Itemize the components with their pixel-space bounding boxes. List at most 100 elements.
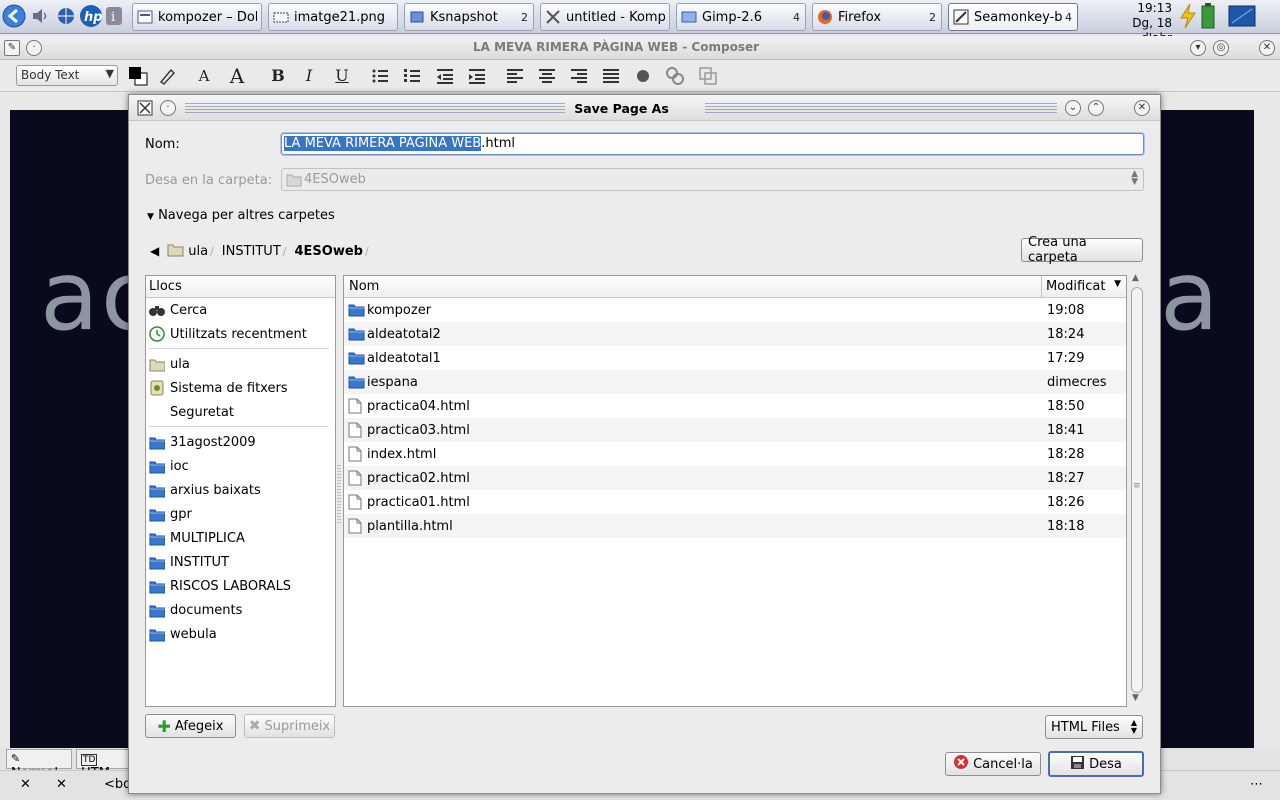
tab-html[interactable]: TD HTM bbox=[76, 749, 130, 781]
layer-icon[interactable] bbox=[697, 65, 719, 87]
place-bookmark[interactable]: arxius baixats bbox=[146, 478, 335, 502]
taskbar-task-gimp[interactable]: Gimp-2.6 4 bbox=[676, 3, 806, 31]
place-label: Sistema de fitxers bbox=[170, 380, 288, 396]
bullet-list-icon[interactable] bbox=[369, 65, 391, 87]
place-label: Utilitzats recentment bbox=[170, 326, 307, 342]
browse-folders-expander[interactable]: ▼ Navega per altres carpetes bbox=[147, 208, 335, 223]
hp-logo-icon[interactable]: hp bbox=[79, 3, 103, 29]
drive-icon bbox=[149, 380, 165, 396]
place-label: Cerca bbox=[170, 302, 208, 318]
file-type-filter[interactable]: HTML Files ▲ ▼ bbox=[1045, 715, 1143, 739]
smaller-font-icon[interactable]: A bbox=[193, 65, 215, 87]
align-center-icon[interactable] bbox=[536, 65, 558, 87]
outdent-icon[interactable] bbox=[434, 65, 456, 87]
place-security[interactable]: Seguretat bbox=[146, 400, 335, 424]
place-bookmark[interactable]: ioc bbox=[146, 454, 335, 478]
file-modified: 18:50 bbox=[1047, 399, 1085, 414]
file-row[interactable]: practica01.html 18:26 bbox=[344, 490, 1126, 514]
close-icon[interactable]: ✕ bbox=[1259, 40, 1275, 56]
maximize-icon[interactable]: ◎ bbox=[1213, 40, 1229, 56]
underline-icon[interactable]: U bbox=[331, 65, 353, 87]
place-bookmark[interactable]: 31agost2009 bbox=[146, 430, 335, 454]
align-left-icon[interactable] bbox=[504, 65, 526, 87]
file-name: practica01.html bbox=[367, 495, 470, 510]
tools-icon[interactable]: ✕ bbox=[20, 777, 31, 792]
file-list-scrollbar[interactable]: ▲ ≡ ▼ bbox=[1130, 273, 1144, 707]
path-crumb-institut[interactable]: INSTITUT bbox=[220, 242, 283, 261]
save-button[interactable]: Desa bbox=[1048, 751, 1144, 777]
taskbar-task-kompozer[interactable]: kompozer – Dol bbox=[132, 3, 262, 31]
place-bookmark[interactable]: INSTITUT bbox=[146, 550, 335, 574]
file-row[interactable]: kompozer 19:08 bbox=[344, 298, 1126, 322]
place-search[interactable]: Cerca bbox=[146, 298, 335, 322]
column-header-name[interactable]: Nom bbox=[349, 279, 379, 294]
scroll-up-icon[interactable]: ▲ bbox=[1132, 273, 1139, 283]
scroll-down-icon[interactable]: ▼ bbox=[1132, 693, 1139, 703]
bold-icon[interactable]: B bbox=[267, 65, 289, 87]
file-row[interactable]: iespana dimecres bbox=[344, 370, 1126, 394]
taskbar-task-label: Gimp-2.6 bbox=[702, 9, 762, 25]
path-crumb-current[interactable]: 4ESOweb bbox=[292, 242, 364, 261]
justify-icon[interactable] bbox=[600, 65, 622, 87]
info-icon[interactable]: i bbox=[102, 3, 126, 29]
place-bookmark[interactable]: webula bbox=[146, 622, 335, 646]
create-folder-button[interactable]: Crea una carpeta bbox=[1021, 235, 1143, 265]
filename-input[interactable]: LA MEVA RIMERA PÀGINA WEB.html bbox=[281, 133, 1144, 155]
back-arrow-icon[interactable] bbox=[2, 3, 26, 29]
taskbar-task-label: untitled - Komp bbox=[566, 9, 665, 25]
cancel-button[interactable]: Cancel·la bbox=[945, 752, 1041, 776]
anchor-icon[interactable] bbox=[632, 65, 654, 87]
indent-icon[interactable] bbox=[466, 65, 488, 87]
numbered-list-icon[interactable] bbox=[401, 65, 423, 87]
network-globe-icon[interactable] bbox=[54, 3, 78, 29]
file-row[interactable]: plantilla.html 18:18 bbox=[344, 514, 1126, 538]
file-row[interactable]: aldeatotal1 17:29 bbox=[344, 346, 1126, 370]
link-icon[interactable] bbox=[664, 65, 686, 87]
column-header-modified[interactable]: Modificat ▼ bbox=[1041, 276, 1126, 297]
taskbar-task-untitled[interactable]: untitled - Komp bbox=[540, 3, 670, 31]
place-bookmark[interactable]: MULTIPLICA bbox=[146, 526, 335, 550]
paragraph-style-select[interactable]: Body Text ▼ bbox=[16, 65, 118, 86]
wand-icon[interactable]: ✕ bbox=[56, 777, 67, 792]
align-right-icon[interactable] bbox=[568, 65, 590, 87]
save-folder-combo[interactable]: 4ESOweb ▲ ▼ bbox=[281, 168, 1144, 191]
tab-normal[interactable]: ✎ Normal bbox=[6, 749, 72, 781]
taskbar-task-ksnapshot[interactable]: Ksnapshot 2 bbox=[404, 3, 534, 31]
add-bookmark-button[interactable]: ✚ Afegeix bbox=[145, 714, 236, 738]
place-home[interactable]: ula bbox=[146, 352, 335, 376]
remove-bookmark-button[interactable]: ✖ Suprimeix bbox=[244, 714, 335, 738]
speaker-icon[interactable] bbox=[28, 3, 52, 29]
file-list-header: Nom Modificat ▼ bbox=[344, 276, 1126, 298]
file-modified: 18:24 bbox=[1047, 327, 1085, 342]
place-bookmark[interactable]: RISCOS LABORALS bbox=[146, 574, 335, 598]
file-row[interactable]: aldeatotal2 18:24 bbox=[344, 322, 1126, 346]
taskbar-task-firefox[interactable]: Firefox 2 bbox=[812, 3, 942, 31]
minimize-icon[interactable]: ▾ bbox=[1190, 40, 1206, 56]
maximize-icon[interactable]: ⌃ bbox=[1088, 100, 1104, 116]
taskbar-task-seamonkey[interactable]: Seamonkey-bi 4 bbox=[948, 3, 1078, 31]
place-bookmark[interactable]: gpr bbox=[146, 502, 335, 526]
firefox-icon bbox=[817, 9, 833, 25]
close-icon[interactable]: ✕ bbox=[1134, 100, 1150, 116]
minimize-icon[interactable]: ⌄ bbox=[1065, 100, 1081, 116]
place-recent[interactable]: Utilitzats recentment bbox=[146, 322, 335, 346]
taskbar-task-imatge[interactable]: imatge21.png bbox=[268, 3, 398, 31]
path-crumb-ula[interactable]: ula bbox=[186, 242, 210, 261]
folder-icon bbox=[149, 458, 165, 474]
path-back-button[interactable]: ◀ bbox=[147, 244, 167, 258]
file-row[interactable]: practica03.html 18:41 bbox=[344, 418, 1126, 442]
pane-resize-handle[interactable] bbox=[337, 465, 341, 525]
places-header[interactable]: Llocs bbox=[146, 276, 335, 298]
italic-icon[interactable]: I bbox=[298, 65, 320, 87]
highlight-icon[interactable] bbox=[156, 65, 178, 87]
desktop-preview-icon[interactable] bbox=[1228, 3, 1256, 29]
battery-icon[interactable] bbox=[1196, 3, 1220, 29]
larger-font-icon[interactable]: A bbox=[226, 65, 248, 87]
text-color-icon[interactable] bbox=[127, 65, 149, 87]
place-filesystem[interactable]: Sistema de fitxers bbox=[146, 376, 335, 400]
place-bookmark[interactable]: documents bbox=[146, 598, 335, 622]
folder-icon bbox=[149, 554, 165, 570]
file-row[interactable]: practica02.html 18:27 bbox=[344, 466, 1126, 490]
file-row[interactable]: index.html 18:28 bbox=[344, 442, 1126, 466]
file-row[interactable]: practica04.html 18:50 bbox=[344, 394, 1126, 418]
